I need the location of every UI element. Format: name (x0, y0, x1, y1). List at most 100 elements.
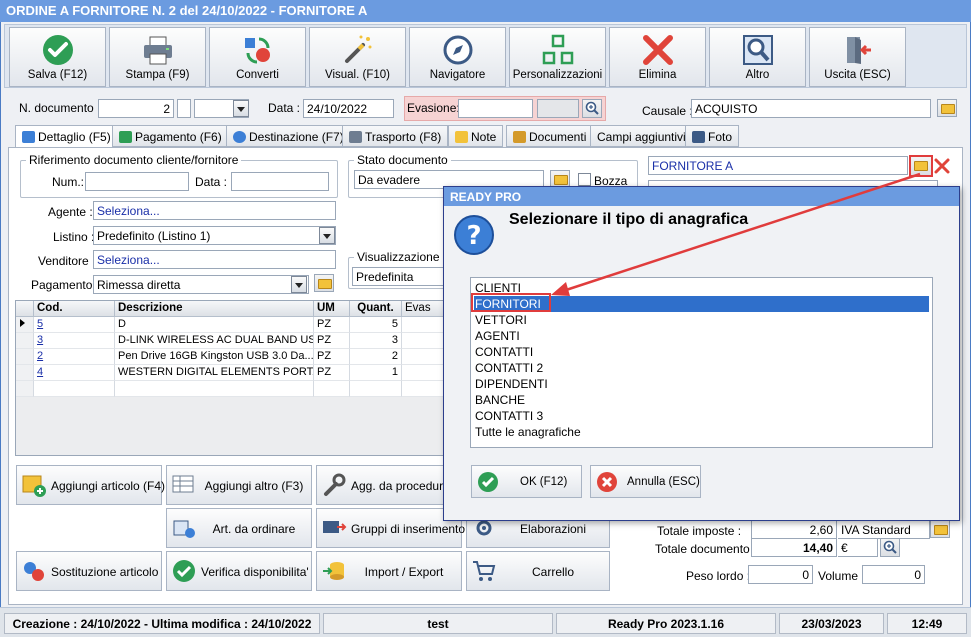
list-item[interactable]: VETTORI (474, 312, 929, 328)
agg-da-procedura-button[interactable]: Agg. da procedura (316, 465, 450, 505)
tab-pagamento-label: Pagamento (F6) (135, 130, 222, 144)
toolbar: Salva (F12) Stampa (F9) Converti Visual.… (4, 24, 967, 88)
sostituzione-articolo-label: Sostituzione articolo (51, 565, 159, 579)
row-cod-link[interactable]: 2 (37, 350, 43, 362)
gruppi-inserimento-button[interactable]: Gruppi di inserimento (316, 508, 465, 548)
iva-folder-button[interactable] (930, 520, 950, 538)
iva-value: IVA Standard (838, 520, 930, 539)
aggiungi-altro-button[interactable]: Aggiungi altro (F3) (166, 465, 312, 505)
tab-foto[interactable]: Foto (685, 125, 740, 147)
aggiungi-altro-label: Aggiungi altro (F3) (204, 479, 304, 493)
tab-documenti[interactable]: Documenti (506, 125, 594, 147)
save-button[interactable]: Salva (F12) (9, 27, 106, 87)
add-box-icon (22, 475, 46, 497)
tab-trasporto[interactable]: Trasporto (F8) (342, 125, 449, 147)
table-row[interactable]: 2 (34, 349, 115, 365)
pagamento-folder-button[interactable] (314, 274, 334, 292)
ok-button[interactable]: OK (F12) (471, 465, 582, 498)
print-button[interactable]: Stampa (F9) (109, 27, 206, 87)
current-row-icon (20, 319, 25, 327)
table-row-empty[interactable] (34, 381, 115, 397)
n-documento-input[interactable]: 2 (98, 99, 174, 118)
fornitore-clear-icon[interactable] (933, 157, 951, 175)
n-documento-label: N. documento : (19, 101, 101, 115)
tab-note-label: Note (471, 130, 497, 144)
table-row[interactable]: 3 (34, 333, 115, 349)
listino-select[interactable]: Predefinito (Listino 1) (93, 226, 336, 245)
venditore-input[interactable]: Seleziona... (93, 250, 336, 269)
num-input[interactable] (85, 172, 189, 191)
volume-input[interactable]: 0 (862, 565, 925, 584)
list-item[interactable]: Tutte le anagrafiche (474, 424, 929, 440)
list-item[interactable]: AGENTI (474, 328, 929, 344)
convert-button[interactable]: Converti (209, 27, 306, 87)
venditore-label: Venditore : (38, 254, 96, 268)
data-input[interactable]: 24/10/2022 (303, 99, 394, 118)
window-title: ORDINE A FORNITORE N. 2 del 24/10/2022 -… (0, 0, 971, 22)
documents-icon (513, 131, 526, 143)
tab-destinazione[interactable]: Destinazione (F7) (226, 125, 351, 147)
evasione-input[interactable] (458, 99, 533, 118)
fornitori-highlight (471, 293, 551, 312)
verifica-disponibilita-label: Verifica disponibilita' (201, 565, 309, 579)
table-row[interactable]: 5 (34, 317, 115, 333)
creation-date-status: Creazione : 24/10/2022 - Ultima modifica… (4, 613, 320, 634)
data-label: Data : (268, 101, 301, 115)
grid-header-um[interactable]: UM (314, 301, 350, 317)
listino-dropdown[interactable] (319, 227, 335, 244)
tab-foto-label: Foto (708, 130, 733, 144)
sostituzione-articolo-button[interactable]: Sostituzione articolo (16, 551, 162, 591)
items-grid: Cod. Descrizione UM Quant. Evas 5 D PZ 5… (15, 300, 445, 456)
row-descrizione: WESTERN DIGITAL ELEMENTS PORTA... (115, 365, 314, 381)
more-button[interactable]: Altro (709, 27, 806, 87)
aggiungi-articolo-button[interactable]: Aggiungi articolo (F4) (16, 465, 166, 505)
cancel-button[interactable]: Annulla (ESC) (590, 465, 701, 498)
row-empty-cell (314, 381, 350, 397)
causale-input[interactable]: ACQUISTO (691, 99, 931, 118)
list-item[interactable]: DIPENDENTI (474, 376, 929, 392)
customize-button[interactable]: Personalizzazioni (509, 27, 606, 87)
visualizzazione-select[interactable]: Predefinita (352, 267, 444, 286)
causale-folder-button[interactable] (937, 99, 957, 117)
carrello-button[interactable]: Carrello (466, 551, 610, 591)
n-documento-suffix[interactable] (177, 99, 191, 118)
evasione-zoom-button[interactable] (582, 99, 602, 118)
row-cod-link[interactable]: 3 (37, 334, 43, 346)
ref-data-input[interactable] (231, 172, 329, 191)
totale-zoom-button[interactable] (880, 538, 900, 557)
list-item[interactable]: CONTATTI (474, 344, 929, 360)
database-icon (323, 562, 344, 580)
grid-icon (542, 34, 573, 65)
fornitore-input[interactable]: FORNITORE A (648, 156, 908, 175)
save-button-label: Salva (F12) (27, 69, 88, 81)
import-export-button[interactable]: Import / Export (316, 551, 462, 591)
aggiungi-articolo-label: Aggiungi articolo (F4) (51, 479, 166, 493)
table-row[interactable]: 4 (34, 365, 115, 381)
list-item[interactable]: BANCHE (474, 392, 929, 408)
row-cod-link[interactable]: 5 (37, 318, 43, 330)
tab-dettaglio[interactable]: Dettaglio (F5) (15, 125, 118, 148)
list-item[interactable]: CONTATTI 2 (474, 360, 929, 376)
row-cod-link[interactable]: 4 (37, 366, 43, 378)
view-button[interactable]: Visual. (F10) (309, 27, 406, 87)
numbering-dropdown[interactable] (233, 100, 249, 117)
bozza-checkbox[interactable] (578, 173, 591, 186)
list-item[interactable]: CONTATTI 3 (474, 408, 929, 424)
exit-button[interactable]: Uscita (ESC) (809, 27, 906, 87)
agente-input[interactable]: Seleziona... (93, 201, 336, 220)
grid-header-cod[interactable]: Cod. (34, 301, 115, 317)
tab-note[interactable]: Note (448, 125, 504, 147)
grid-header-descrizione[interactable]: Descrizione (115, 301, 314, 317)
peso-lordo-input[interactable]: 0 (748, 565, 813, 584)
verifica-disponibilita-button[interactable]: Verifica disponibilita' (166, 551, 312, 591)
tab-pagamento[interactable]: Pagamento (F6) (112, 125, 229, 147)
delete-button[interactable]: Elimina (609, 27, 706, 87)
art-da-ordinare-button[interactable]: Art. da ordinare (166, 508, 312, 548)
grid-header-evas[interactable]: Evas (402, 301, 444, 317)
pagamento-dropdown[interactable] (291, 276, 307, 293)
navigator-button[interactable]: Navigatore (409, 27, 506, 87)
grid-header-quant[interactable]: Quant. (350, 301, 402, 317)
pagamento-select[interactable]: Rimessa diretta (93, 275, 309, 294)
tab-campi-aggiuntivi[interactable]: Campi aggiuntivi (590, 125, 693, 147)
fornitore-folder-button[interactable] (909, 155, 933, 177)
